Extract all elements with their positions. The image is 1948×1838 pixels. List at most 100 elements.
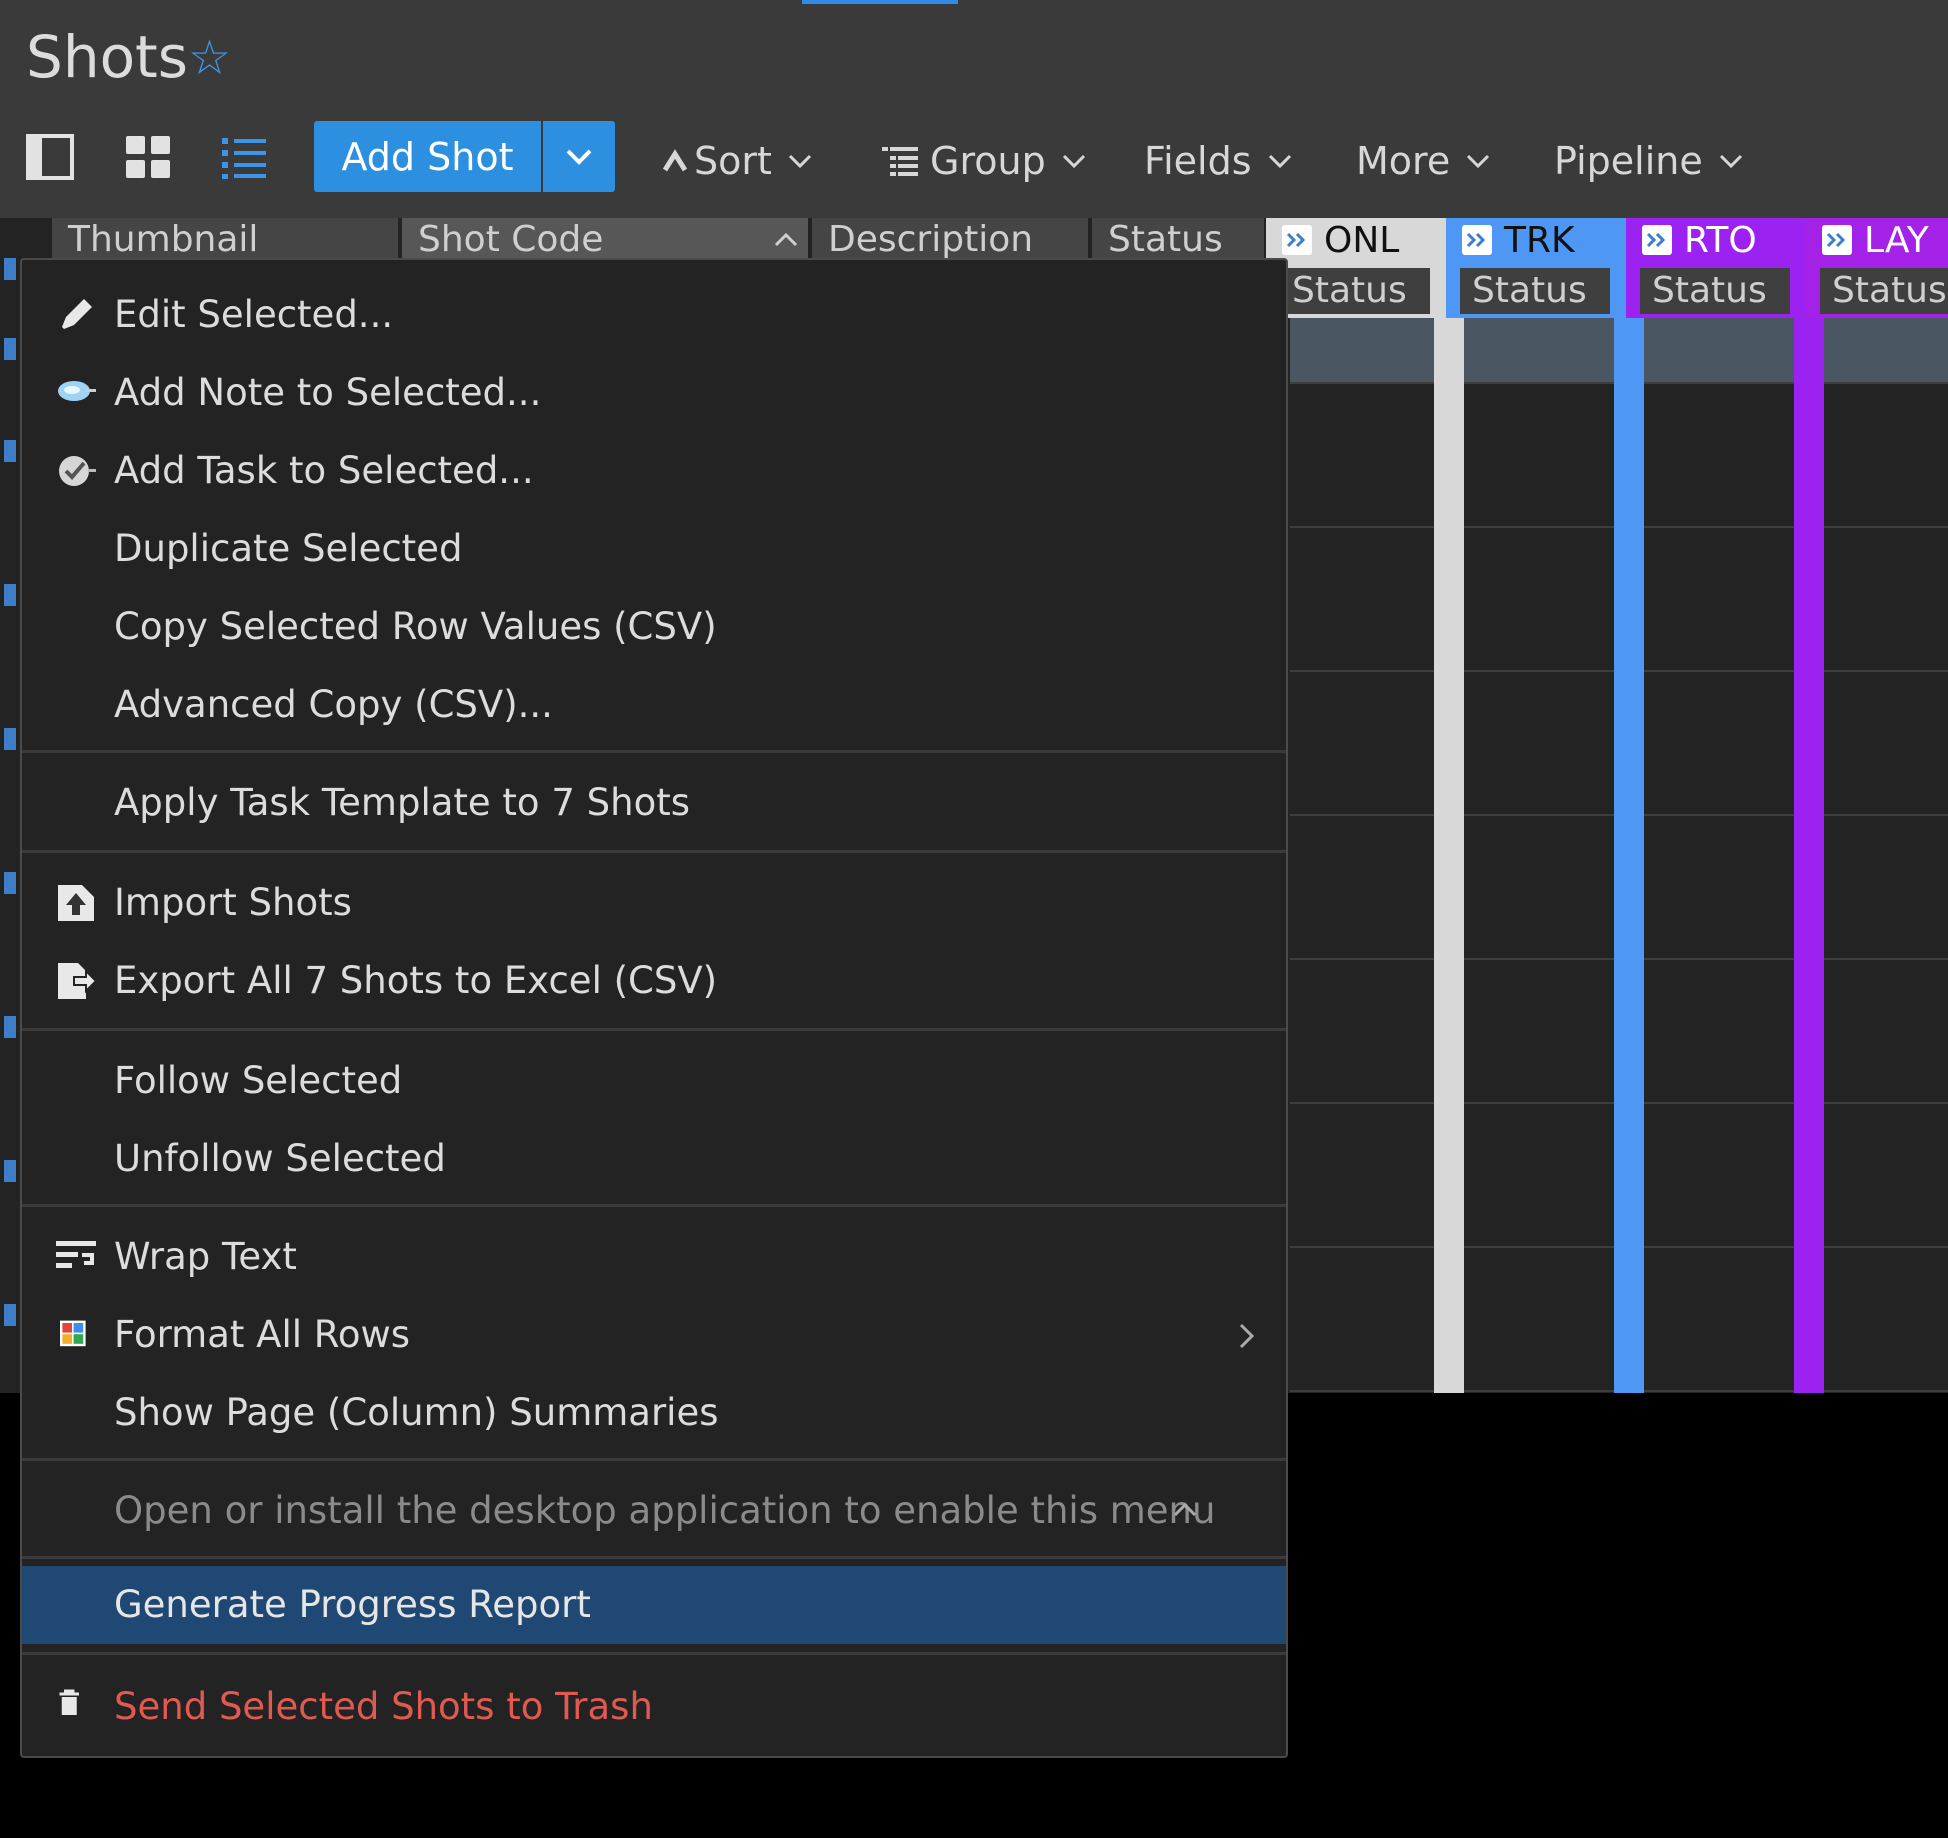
row-checkbox[interactable] [4, 1160, 16, 1182]
menu-item-follow[interactable]: Follow Selected [22, 1046, 1286, 1116]
onl-status-stripe [1434, 318, 1464, 1393]
menu-item-format-all-rows[interactable]: Format All Rows [22, 1300, 1286, 1370]
menu-item-label: Open or install the desktop application … [114, 1489, 1216, 1532]
color-grid-icon [60, 1320, 86, 1347]
pipeline-step-status-label: Status [1820, 268, 1948, 314]
menu-item-edit-selected[interactable]: Edit Selected... [22, 280, 1286, 350]
menu-item-import-shots[interactable]: Import Shots [22, 868, 1286, 938]
pipeline-step-trk[interactable]: TRK Status [1446, 218, 1626, 318]
menu-item-copy-csv[interactable]: Copy Selected Row Values (CSV) [22, 592, 1286, 662]
menu-item-label: Format All Rows [114, 1313, 410, 1356]
pipeline-step-code: TRK [1504, 219, 1575, 261]
menu-item-label: Generate Progress Report [114, 1583, 591, 1626]
menu-item-advanced-copy[interactable]: Advanced Copy (CSV)... [22, 670, 1286, 740]
group-label: Group [930, 139, 1046, 183]
chevron-down-icon [566, 149, 592, 165]
menu-item-desktop-app-notice: Open or install the desktop application … [22, 1476, 1286, 1546]
pipeline-step-rto-title: RTO [1642, 218, 1757, 262]
menu-item-label: Copy Selected Row Values (CSV) [114, 605, 717, 648]
sort-menu[interactable]: Sort [662, 136, 812, 186]
sort-icon [662, 149, 688, 172]
group-menu[interactable]: Group [882, 136, 1086, 186]
pencil-icon [62, 299, 92, 329]
menu-item-label: Import Shots [114, 881, 352, 924]
chevron-down-icon [788, 154, 811, 169]
detail-view-icon[interactable] [26, 134, 74, 180]
menu-separator [22, 1556, 1286, 1559]
column-header-shot-code[interactable]: Shot Code [402, 218, 808, 262]
trash-icon [59, 1689, 79, 1715]
pipeline-step-lay-title: LAY [1822, 218, 1929, 262]
chevron-down-icon [1719, 154, 1742, 169]
pipeline-step-rto[interactable]: RTO Status [1626, 218, 1806, 318]
menu-item-add-task[interactable]: Add Task to Selected... [22, 436, 1286, 506]
menu-item-label: Export All 7 Shots to Excel (CSV) [114, 959, 718, 1002]
column-header-description[interactable]: Description [812, 218, 1088, 262]
pipeline-step-code: LAY [1864, 219, 1929, 261]
menu-item-label: Add Task to Selected... [114, 449, 534, 492]
wrap-text-icon [56, 1241, 96, 1268]
menu-item-label: Apply Task Template to 7 Shots [114, 781, 690, 824]
row-checkbox[interactable] [4, 728, 16, 750]
add-shot-dropdown-button[interactable] [543, 121, 615, 192]
menu-item-add-note[interactable]: Add Note to Selected... [22, 358, 1286, 428]
expand-chevrons-icon [1822, 225, 1852, 255]
row-checkbox[interactable] [4, 584, 16, 606]
chevron-right-icon [1239, 1323, 1255, 1349]
row-checkbox[interactable] [4, 1016, 16, 1038]
pipeline-step-status-label: Status [1280, 268, 1430, 314]
pipeline-step-onl[interactable]: ONL Status [1266, 218, 1446, 318]
menu-separator [22, 1028, 1286, 1031]
trk-status-stripe [1614, 318, 1644, 1393]
page-title: Shots [26, 23, 189, 91]
pipeline-label: Pipeline [1554, 139, 1703, 183]
pipeline-menu[interactable]: Pipeline [1554, 136, 1743, 186]
chevron-down-icon [1062, 154, 1085, 169]
thumbnail-view-icon[interactable] [124, 134, 172, 180]
chevron-down-icon [1467, 154, 1490, 169]
menu-item-unfollow[interactable]: Unfollow Selected [22, 1124, 1286, 1194]
menu-separator [22, 1652, 1286, 1655]
pipeline-step-lay[interactable]: LAY Status [1806, 218, 1948, 318]
task-check-icon [59, 456, 96, 486]
favorite-star-icon[interactable]: ☆ [188, 28, 231, 88]
rto-status-stripe [1794, 318, 1824, 1393]
fields-menu[interactable]: Fields [1144, 136, 1292, 186]
note-icon [58, 381, 96, 401]
menu-item-export-csv[interactable]: Export All 7 Shots to Excel (CSV) [22, 946, 1286, 1016]
menu-item-label: Unfollow Selected [114, 1137, 446, 1180]
chevron-up-icon[interactable] [1172, 1502, 1198, 1518]
column-header-status[interactable]: Status [1092, 218, 1264, 262]
pipeline-step-code: ONL [1324, 219, 1400, 261]
menu-separator [22, 1204, 1286, 1207]
menu-item-label: Follow Selected [114, 1059, 403, 1102]
row-checkbox[interactable] [4, 440, 16, 462]
menu-item-show-summaries[interactable]: Show Page (Column) Summaries [22, 1378, 1286, 1448]
menu-item-generate-progress-report[interactable]: Generate Progress Report [22, 1566, 1286, 1644]
expand-chevrons-icon [1642, 225, 1672, 255]
menu-item-apply-task-template[interactable]: Apply Task Template to 7 Shots [22, 768, 1286, 838]
row-checkbox[interactable] [4, 258, 16, 280]
pipeline-step-onl-title: ONL [1282, 218, 1399, 262]
chevron-down-icon [1268, 154, 1291, 169]
pipeline-step-code: RTO [1684, 219, 1757, 261]
row-checkbox[interactable] [4, 338, 16, 360]
menu-item-label: Add Note to Selected... [114, 371, 542, 414]
pipeline-step-trk-title: TRK [1462, 218, 1575, 262]
row-checkbox[interactable] [4, 1304, 16, 1326]
menu-item-duplicate[interactable]: Duplicate Selected [22, 514, 1286, 584]
menu-separator [22, 1458, 1286, 1461]
row-checkbox[interactable] [4, 872, 16, 894]
sort-label: Sort [694, 139, 772, 183]
list-view-icon[interactable] [220, 134, 268, 180]
more-menu[interactable]: More [1356, 136, 1490, 186]
menu-item-send-to-trash[interactable]: Send Selected Shots to Trash [22, 1672, 1286, 1742]
menu-separator [22, 850, 1286, 853]
import-icon [58, 885, 94, 921]
menu-item-wrap-text[interactable]: Wrap Text [22, 1222, 1286, 1292]
add-shot-button[interactable]: Add Shot [314, 121, 541, 192]
menu-separator [22, 750, 1286, 753]
expand-chevrons-icon [1462, 225, 1492, 255]
menu-item-label: Send Selected Shots to Trash [114, 1685, 653, 1728]
column-header-thumbnail[interactable]: Thumbnail [52, 218, 398, 262]
